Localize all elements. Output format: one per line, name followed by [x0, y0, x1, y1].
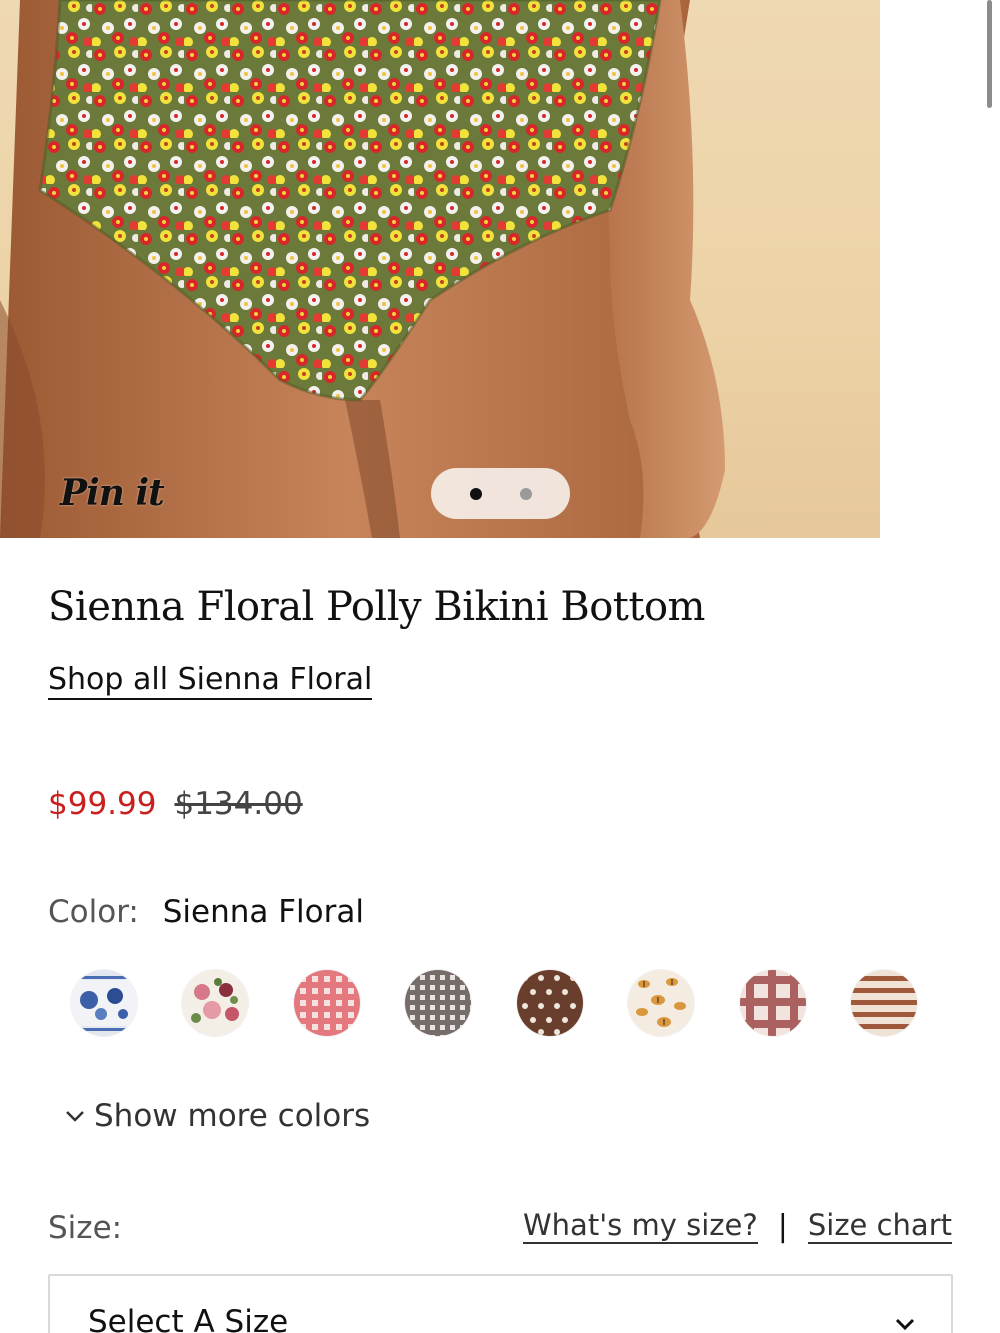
swatch-butterfly-print[interactable]	[628, 970, 695, 1036]
swatch-black-gingham[interactable]	[405, 970, 472, 1036]
color-label: Color:	[48, 894, 139, 930]
sale-price: $99.99	[48, 786, 157, 822]
carousel-dot-2[interactable]	[519, 487, 532, 500]
swatch-red-plaid[interactable]	[739, 970, 806, 1036]
color-swatches	[48, 960, 953, 1046]
page-scrollbar[interactable]	[987, 0, 992, 108]
price-row: $99.99 $134.00	[48, 786, 303, 822]
whats-my-size-link[interactable]: What's my size?	[523, 1208, 758, 1244]
swatch-brown-stripe[interactable]	[851, 970, 918, 1036]
swatch-blue-floral-toile[interactable]	[70, 970, 137, 1036]
color-selector-label: Color: Sienna Floral	[48, 894, 364, 930]
product-page: Pin it Sienna Floral Polly Bikini Bottom…	[0, 0, 1000, 1333]
chevron-down-icon	[66, 1111, 84, 1122]
show-more-colors-button[interactable]: Show more colors	[62, 1098, 370, 1134]
size-chart-link[interactable]: Size chart	[807, 1208, 952, 1244]
show-more-colors-label: Show more colors	[94, 1098, 371, 1134]
product-image[interactable]: Pin it	[0, 0, 880, 538]
swatch-pink-rose-floral[interactable]	[182, 970, 249, 1036]
size-dropdown[interactable]: Select A Size	[48, 1274, 953, 1333]
size-label: Size:	[48, 1210, 123, 1246]
size-help-links: What's my size? | Size chart	[523, 1208, 952, 1244]
original-price: $134.00	[174, 786, 303, 822]
link-separator: |	[777, 1208, 788, 1244]
chevron-down-icon	[895, 1318, 915, 1331]
shop-all-link[interactable]: Shop all Sienna Floral	[48, 662, 373, 700]
product-title: Sienna Floral Polly Bikini Bottom	[48, 584, 705, 630]
product-photo-illustration	[0, 0, 725, 538]
carousel-indicator	[431, 468, 570, 519]
selected-color: Sienna Floral	[162, 894, 364, 930]
carousel-dot-1[interactable]	[469, 487, 482, 500]
pin-it-button[interactable]: Pin it	[60, 472, 165, 514]
swatch-red-gingham[interactable]	[293, 970, 360, 1036]
size-dropdown-placeholder: Select A Size	[88, 1304, 289, 1333]
swatch-brown-polka-dot[interactable]	[516, 970, 583, 1036]
